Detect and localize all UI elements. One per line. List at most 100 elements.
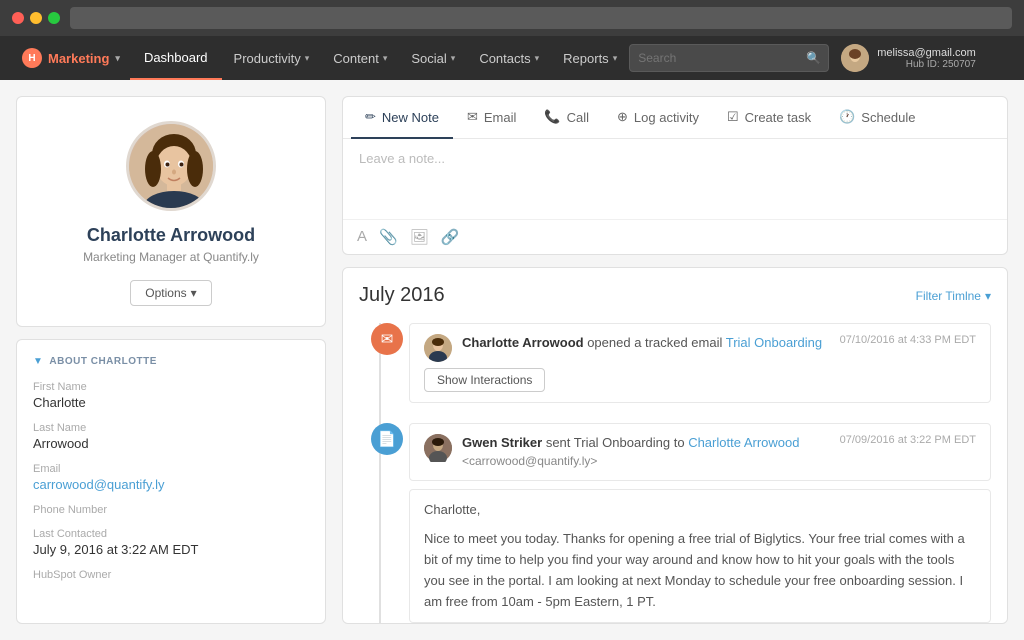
hubspot-icon: H (22, 48, 42, 68)
show-interactions-label: Show Interactions (437, 373, 532, 387)
event-timestamp: 07/10/2016 at 4:33 PM EDT (840, 334, 976, 346)
search-input[interactable] (629, 44, 829, 72)
nav-contacts[interactable]: Contacts ▾ (467, 36, 551, 80)
tab-create-task[interactable]: ☑ Create task (713, 97, 825, 139)
reports-chevron-icon: ▾ (613, 53, 618, 64)
close-dot[interactable] (12, 12, 24, 24)
about-header-text: ABOUT CHARLOTTE (49, 356, 157, 367)
options-label: Options (145, 286, 186, 300)
hubspot-owner-label: HubSpot Owner (33, 569, 309, 581)
email-value[interactable]: carrowood@quantify.ly (33, 477, 309, 492)
timeline-event-email: Charlotte Arrowood opened a tracked emai… (409, 323, 991, 403)
user-email: melissa@gmail.com (877, 47, 976, 59)
profile-title: Marketing Manager at Quantify.ly (83, 250, 259, 264)
activity-tabs: ✏ New Note ✉ Email 📞 Call ⊕ Log activity… (343, 97, 1007, 139)
reports-label: Reports (563, 51, 609, 66)
tab-schedule-label: Schedule (861, 110, 915, 125)
timeline-event-document: Gwen Striker sent Trial Onboarding to Ch… (409, 423, 991, 481)
attachment-icon[interactable]: 📎 (379, 228, 398, 246)
field-phone: Phone Number (33, 504, 309, 516)
event-link-2[interactable]: Charlotte Arrowood (688, 435, 799, 450)
image-icon[interactable]: 🖼 (410, 228, 429, 246)
note-area[interactable]: Leave a note... (343, 139, 1007, 219)
last-contacted-value: July 9, 2016 at 3:22 AM EDT (33, 542, 309, 557)
timeline-item: 📄 (409, 423, 991, 623)
email-icon: ✉ (467, 109, 478, 125)
nav-content[interactable]: Content ▾ (321, 36, 399, 80)
dashboard-label: Dashboard (144, 50, 208, 65)
productivity-chevron-icon: ▾ (305, 53, 310, 64)
main-content: Charlotte Arrowood Marketing Manager at … (0, 80, 1024, 640)
tab-create-task-label: Create task (745, 110, 811, 125)
email-preview: Charlotte, Nice to meet you today. Thank… (409, 489, 991, 623)
event-text: Charlotte Arrowood opened a tracked emai… (462, 334, 830, 352)
event-header: Charlotte Arrowood opened a tracked emai… (424, 334, 976, 362)
timeline-month: July 2016 (359, 284, 445, 307)
log-activity-icon: ⊕ (617, 109, 628, 125)
timeline-filter-button[interactable]: Filter Timlne ▾ (916, 289, 991, 303)
event-avatar-gwen (424, 434, 452, 462)
event-action: opened a tracked email (587, 335, 726, 350)
tab-new-note-label: New Note (382, 110, 439, 125)
show-interactions-button[interactable]: Show Interactions (424, 368, 545, 392)
search-icon: 🔍 (806, 51, 821, 65)
filter-label: Filter Timlne (916, 289, 981, 303)
profile-name: Charlotte Arrowood (87, 225, 255, 246)
nav-social[interactable]: Social ▾ (399, 36, 467, 80)
last-name-value: Arrowood (33, 436, 309, 451)
email-label: Email (33, 463, 309, 475)
nav-user[interactable]: melissa@gmail.com Hub ID: 250707 (829, 44, 988, 72)
tab-email[interactable]: ✉ Email (453, 97, 530, 139)
event-link[interactable]: Trial Onboarding (726, 335, 822, 350)
avatar (841, 44, 869, 72)
about-header: ▼ ABOUT CHARLOTTE (33, 356, 309, 367)
email-dot-icon: ✉ (381, 330, 394, 348)
event-timestamp-2: 07/09/2016 at 3:22 PM EDT (840, 434, 976, 446)
link-icon[interactable]: 🔗 (441, 228, 460, 246)
nav-logo[interactable]: H Marketing ▾ (12, 48, 130, 68)
navbar: H Marketing ▾ Dashboard Productivity ▾ C… (0, 36, 1024, 80)
options-button[interactable]: Options ▾ (130, 280, 211, 306)
productivity-label: Productivity (234, 51, 301, 66)
event-header-2: Gwen Striker sent Trial Onboarding to Ch… (424, 434, 976, 470)
event-sub-text: <carrowood@quantify.ly> (462, 454, 597, 468)
text-format-icon[interactable]: A (357, 228, 367, 246)
document-event-dot: 📄 (371, 423, 403, 455)
email-event-dot: ✉ (371, 323, 403, 355)
call-icon: 📞 (544, 109, 560, 125)
right-panel: ✏ New Note ✉ Email 📞 Call ⊕ Log activity… (342, 96, 1008, 624)
marketing-chevron-icon: ▾ (115, 53, 120, 64)
new-note-icon: ✏ (365, 109, 376, 125)
tab-email-label: Email (484, 110, 517, 125)
tab-schedule[interactable]: 🕐 Schedule (825, 97, 929, 139)
last-name-label: Last Name (33, 422, 309, 434)
field-last-contacted: Last Contacted July 9, 2016 at 3:22 AM E… (33, 528, 309, 557)
profile-card: Charlotte Arrowood Marketing Manager at … (16, 96, 326, 327)
nav-dashboard[interactable]: Dashboard (130, 36, 222, 80)
timeline-item: ✉ (409, 323, 991, 403)
field-first-name: First Name Charlotte (33, 381, 309, 410)
maximize-dot[interactable] (48, 12, 60, 24)
timeline-header: July 2016 Filter Timlne ▾ (359, 284, 991, 307)
first-name-value: Charlotte (33, 395, 309, 410)
tab-log-activity[interactable]: ⊕ Log activity (603, 97, 713, 139)
field-hubspot-owner: HubSpot Owner (33, 569, 309, 581)
url-bar[interactable] (70, 7, 1012, 29)
contacts-chevron-icon: ▾ (535, 53, 540, 64)
create-task-icon: ☑ (727, 109, 739, 125)
document-dot-icon: 📄 (378, 430, 397, 448)
phone-label: Phone Number (33, 504, 309, 516)
timeline: ✉ (359, 323, 991, 623)
event-actor-gwen: Gwen Striker (462, 435, 542, 450)
tab-call[interactable]: 📞 Call (530, 97, 603, 139)
minimize-dot[interactable] (30, 12, 42, 24)
contacts-label: Contacts (479, 51, 530, 66)
field-last-name: Last Name Arrowood (33, 422, 309, 451)
event-text-2: Gwen Striker sent Trial Onboarding to Ch… (462, 434, 830, 470)
tab-new-note[interactable]: ✏ New Note (351, 97, 453, 139)
nav-reports[interactable]: Reports ▾ (551, 36, 629, 80)
event-action-2: sent Trial Onboarding to (546, 435, 688, 450)
profile-avatar (126, 121, 216, 211)
nav-productivity[interactable]: Productivity ▾ (222, 36, 322, 80)
field-email: Email carrowood@quantify.ly (33, 463, 309, 492)
